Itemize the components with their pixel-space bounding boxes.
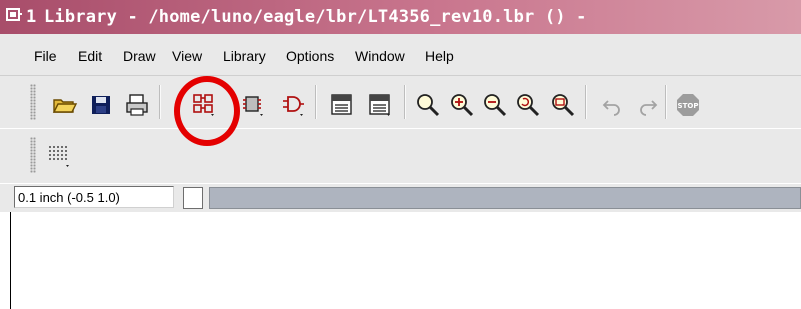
zoom-in-icon[interactable]	[449, 92, 475, 118]
secondary-toolbar	[0, 129, 801, 183]
toolbar-separator	[665, 85, 667, 119]
menu-window[interactable]: Window	[355, 48, 405, 64]
toolbar-separator	[404, 85, 406, 119]
zoom-select-icon[interactable]	[550, 92, 576, 118]
window-title: Library - /home/luno/eagle/lbr/LT4356_re…	[44, 7, 587, 27]
menu-draw[interactable]: Draw	[123, 48, 156, 64]
ulp-icon[interactable]	[367, 92, 393, 118]
toolbar-separator	[315, 85, 317, 119]
save-icon[interactable]	[88, 92, 114, 118]
redo-icon[interactable]	[634, 92, 660, 118]
menu-view[interactable]: View	[172, 48, 202, 64]
open-icon[interactable]	[52, 92, 78, 118]
drawing-canvas[interactable]	[10, 212, 801, 309]
menu-options[interactable]: Options	[286, 48, 334, 64]
menu-file[interactable]: File	[34, 48, 57, 64]
toolbar-grip[interactable]	[30, 84, 36, 120]
menu-library[interactable]: Library	[223, 48, 266, 64]
zoom-fit-icon[interactable]	[415, 92, 441, 118]
menu-edit[interactable]: Edit	[78, 48, 102, 64]
stop-icon[interactable]: STOP	[675, 92, 701, 118]
library-symbol-icon[interactable]	[240, 92, 266, 118]
print-icon[interactable]	[124, 92, 150, 118]
coordinate-display: 0.1 inch (-0.5 1.0)	[14, 186, 174, 208]
svg-text:STOP: STOP	[678, 102, 699, 110]
zoom-redraw-icon[interactable]	[515, 92, 541, 118]
script-icon[interactable]	[329, 92, 355, 118]
menu-help[interactable]: Help	[425, 48, 454, 64]
grid-icon[interactable]	[46, 143, 72, 169]
coordinate-text: 0.1 inch (-0.5 1.0)	[18, 190, 120, 205]
toolbar-grip[interactable]	[30, 137, 36, 173]
title-bar[interactable]: 1 Library - /home/luno/eagle/lbr/LT4356_…	[0, 0, 801, 34]
status-indicator	[183, 187, 203, 209]
window-number: 1	[26, 7, 37, 27]
window-icon[interactable]	[6, 7, 22, 23]
zoom-out-icon[interactable]	[482, 92, 508, 118]
toolbar-separator	[159, 85, 161, 119]
highlight-circle	[174, 76, 240, 146]
toolbar-separator	[585, 85, 587, 119]
library-device-icon[interactable]	[280, 92, 306, 118]
undo-icon[interactable]	[600, 92, 626, 118]
command-line[interactable]	[209, 187, 801, 209]
menu-bar: File Edit Draw View Library Options Wind…	[0, 34, 801, 76]
